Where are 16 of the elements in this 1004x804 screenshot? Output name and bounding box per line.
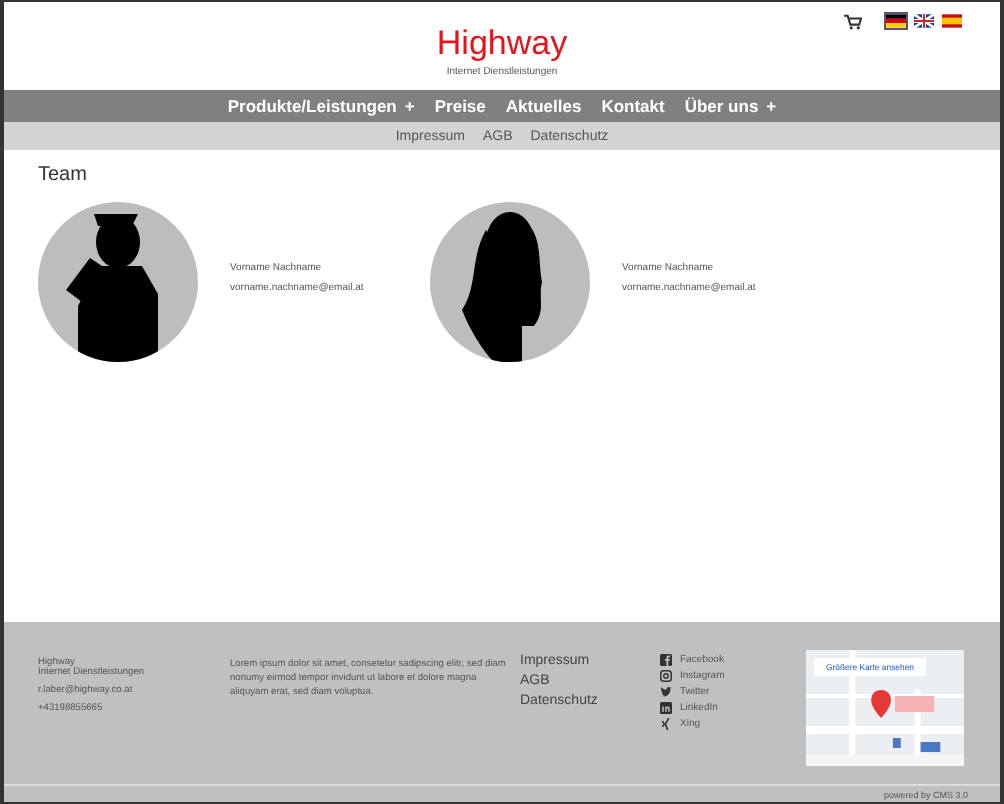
flag-icon[interactable] — [884, 12, 908, 30]
social-icon[interactable] — [660, 686, 672, 698]
site-logo[interactable]: Highway — [436, 26, 568, 62]
section-title: Team — [38, 164, 89, 186]
flag-icon[interactable] — [940, 12, 964, 30]
nav-link[interactable]: Kontakt — [601, 96, 665, 116]
nav-link[interactable]: Über uns + — [684, 96, 777, 116]
flag-icon[interactable] — [912, 12, 936, 30]
nav-link[interactable]: Produkte/Leistungen + — [227, 96, 415, 116]
social-icon[interactable] — [660, 702, 672, 714]
cart-icon[interactable] — [844, 13, 862, 29]
nav-link[interactable]: Preise — [434, 96, 486, 116]
social-icon[interactable] — [660, 718, 672, 730]
nav-link[interactable]: Aktuelles — [505, 96, 582, 116]
social-icon[interactable] — [660, 670, 672, 682]
social-icon[interactable] — [660, 654, 672, 666]
